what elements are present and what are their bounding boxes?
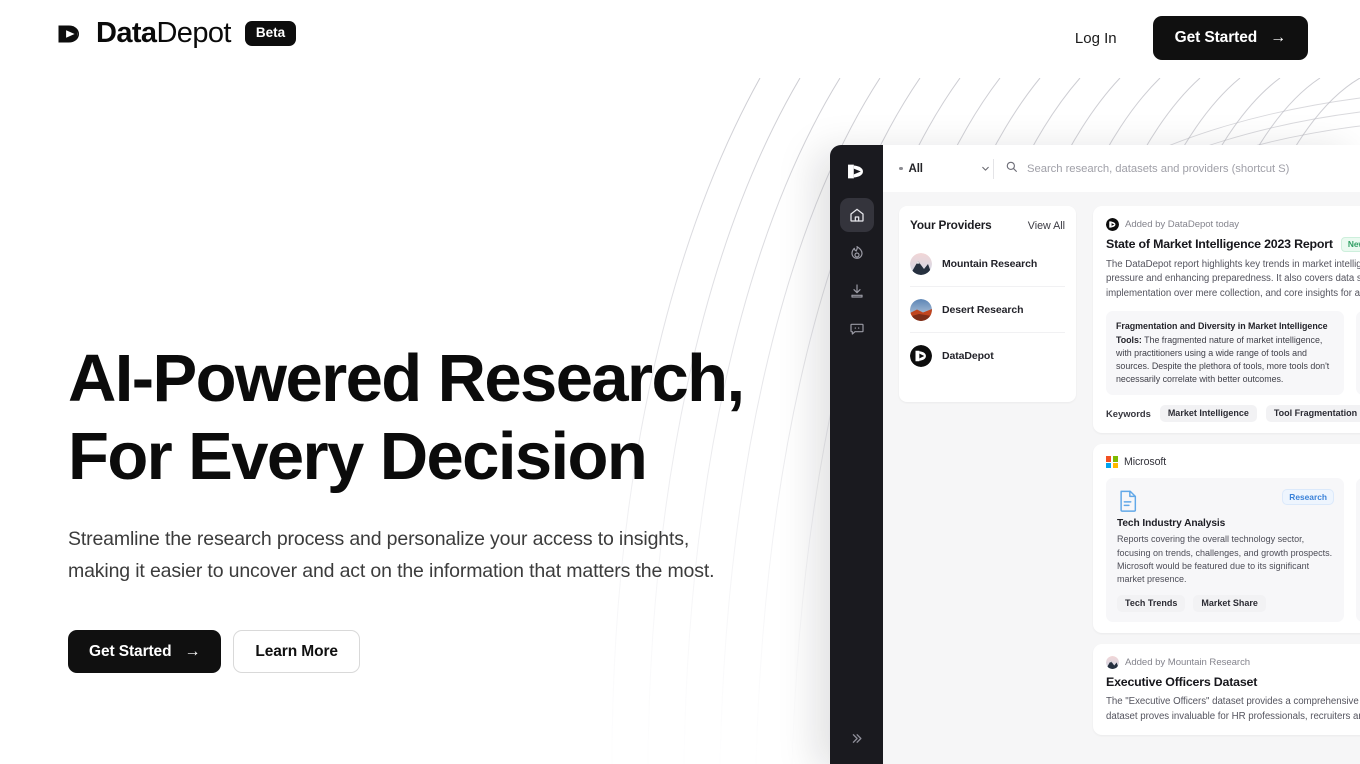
keywords-row: Tech Trends Market Share: [1117, 595, 1333, 613]
home-icon: [849, 207, 865, 223]
status-dot-icon: [899, 166, 903, 171]
provider-name: Desert Research: [942, 303, 1024, 316]
app-main: All Search research, datasets and provid…: [883, 145, 1360, 764]
hero-cta-row: Get Started → Learn More: [68, 630, 758, 673]
brand-wordmark: DataDepot: [96, 19, 231, 48]
provider-name: DataDepot: [942, 350, 994, 362]
doc-title: Tech Industry Analysis: [1117, 518, 1226, 530]
datadepot-avatar: [910, 345, 932, 367]
get-started-label-hero: Get Started: [89, 642, 172, 660]
list-item[interactable]: Desert Research: [910, 287, 1065, 333]
doc-card-row: Research Tech Industry Analysis Reports …: [1106, 478, 1360, 623]
flame-icon: [849, 245, 865, 261]
datadepot-logo-icon: [56, 21, 82, 47]
chevrons-right-icon: [849, 731, 864, 749]
feed-card-provider-docs[interactable]: Microsoft Research Tech Industry Analysi…: [1093, 444, 1360, 634]
card-title: Executive Officers Dataset: [1106, 675, 1258, 690]
feed-card-report[interactable]: Added by DataDepot today State of Market…: [1093, 206, 1360, 434]
mountain-avatar: [910, 252, 932, 275]
feed-card-dataset[interactable]: Added by Mountain Research Executive Off…: [1093, 644, 1360, 736]
mountain-avatar: [1106, 656, 1119, 670]
filter-dropdown-label: All: [908, 162, 924, 175]
brand-name-bold: Data: [96, 17, 157, 49]
card-description: The "Executive Officers" dataset provide…: [1106, 696, 1360, 722]
desert-avatar: [910, 298, 932, 321]
divider: [993, 158, 994, 179]
search-bar[interactable]: [1005, 160, 1360, 178]
app-content: Your Providers View All Mountain Researc…: [883, 192, 1360, 764]
sidebar-item-home[interactable]: [839, 198, 874, 232]
chat-icon: [849, 321, 865, 337]
providers-title: Your Providers: [910, 218, 992, 232]
sub-card-body: The fragmented nature of market intellig…: [1116, 334, 1330, 385]
login-link[interactable]: Log In: [1073, 24, 1119, 53]
get-started-button-nav[interactable]: Get Started →: [1152, 16, 1308, 60]
view-all-providers-button[interactable]: View All: [1028, 220, 1065, 232]
doc-card[interactable]: Research Tech Industry Analysis Reports …: [1106, 478, 1344, 623]
status-badge: New: [1340, 237, 1360, 252]
providers-header: Your Providers View All: [910, 218, 1065, 232]
provider-name: Microsoft: [1124, 456, 1167, 469]
beta-badge: Beta: [244, 21, 297, 46]
navbar-actions: Log In Get Started →: [1073, 16, 1308, 60]
app-sidebar: [830, 145, 883, 764]
sidebar-item-messages[interactable]: [840, 312, 874, 346]
doc-tag: Research: [1282, 489, 1334, 505]
get-started-button-hero[interactable]: Get Started →: [68, 630, 222, 673]
page-title: AI-Powered Research, For Every Decision: [68, 341, 745, 494]
arrow-right-icon: →: [1270, 29, 1286, 46]
brand-logo[interactable]: DataDepot Beta: [56, 19, 297, 48]
keyword-chip[interactable]: Market Intelligence: [1159, 405, 1257, 423]
learn-more-button[interactable]: Learn More: [233, 630, 360, 673]
list-item[interactable]: DataDepot: [910, 333, 1065, 379]
card-title-row: State of Market Intelligence 2023 Report…: [1106, 237, 1360, 252]
providers-panel: Your Providers View All Mountain Researc…: [899, 206, 1076, 402]
card-meta-text: Added by Mountain Research: [1125, 657, 1251, 669]
card-meta: Added by Mountain Research: [1106, 656, 1360, 670]
keyword-chip[interactable]: Tech Trends: [1117, 595, 1186, 613]
provider-name: Mountain Research: [942, 257, 1038, 270]
keywords-label: Keywords: [1106, 408, 1151, 420]
card-description: The DataDepot report highlights key tren…: [1106, 258, 1360, 299]
download-icon: [849, 283, 865, 299]
list-item[interactable]: Mountain Research: [910, 241, 1065, 287]
card-meta-text: Added by DataDepot today: [1125, 219, 1240, 230]
filter-dropdown[interactable]: All: [899, 163, 991, 175]
search-input[interactable]: [1027, 162, 1360, 175]
document-icon: [1117, 491, 1139, 517]
keyword-chip[interactable]: Market Share: [1193, 595, 1266, 613]
card-title: State of Market Intelligence 2023 Report: [1106, 237, 1333, 252]
landing-page: DataDepot Beta Log In Get Started → AI-P…: [0, 0, 1360, 764]
keywords-row: Keywords Market Intelligence Tool Fragme…: [1106, 405, 1360, 423]
search-icon: [1005, 160, 1018, 178]
sidebar-item-downloads[interactable]: [840, 274, 874, 308]
microsoft-logo-icon: [1106, 456, 1118, 469]
top-navbar: DataDepot Beta Log In Get Started →: [0, 0, 1360, 78]
datadepot-logo-icon: [846, 161, 867, 182]
card-meta: Microsoft: [1106, 456, 1360, 469]
feed-column: Added by DataDepot today State of Market…: [1093, 206, 1360, 764]
chevron-down-icon: [980, 163, 991, 174]
sub-card[interactable]: Increasing adoption of AI noted across t…: [1356, 311, 1360, 396]
hero-section: AI-Powered Research, For Every Decision …: [68, 340, 758, 673]
card-meta: Added by DataDepot today: [1106, 218, 1360, 231]
brand-name-light: Depot: [156, 17, 231, 49]
arrow-right-icon: →: [184, 642, 201, 660]
card-title-row: Executive Officers Dataset: [1106, 675, 1360, 689]
doc-card[interactable]: Research Quarterly Earnings Marke: [1356, 478, 1360, 623]
sidebar-expand-button[interactable]: [842, 726, 872, 754]
datadepot-avatar: [1106, 218, 1119, 231]
keyword-chip[interactable]: Tool Fragmentation: [1265, 405, 1360, 423]
doc-description: Reports covering the overall technology …: [1117, 534, 1333, 585]
app-preview-mockup: All Search research, datasets and provid…: [830, 145, 1360, 764]
sub-card-row: Fragmentation and Diversity in Market In…: [1106, 311, 1360, 396]
app-topbar: All: [883, 145, 1360, 192]
sub-card[interactable]: Fragmentation and Diversity in Market In…: [1106, 311, 1344, 396]
sidebar-item-trending[interactable]: [840, 236, 874, 270]
get-started-label: Get Started: [1174, 29, 1258, 46]
hero-subtitle: Streamline the research process and pers…: [68, 528, 715, 582]
